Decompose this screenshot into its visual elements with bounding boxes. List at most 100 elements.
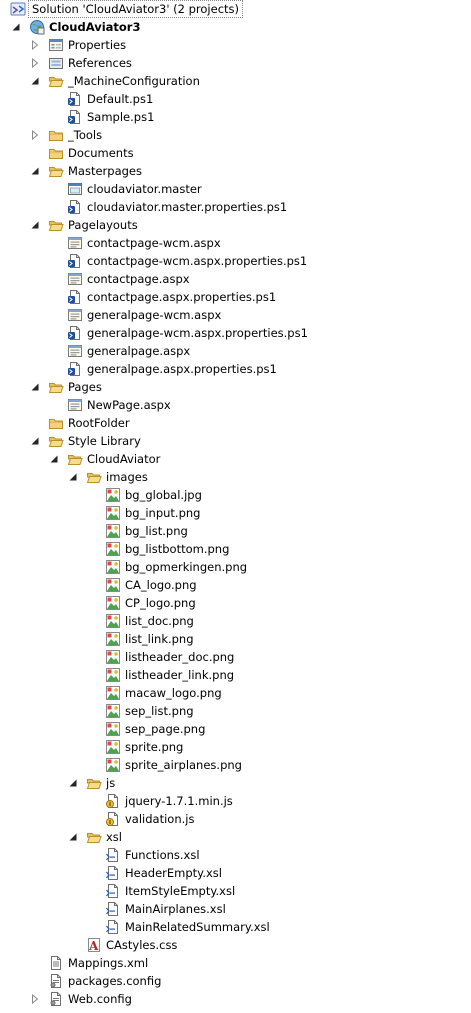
tree-node-js[interactable]: js [0,774,471,792]
tree-node-label: CP_logo.png [125,596,196,610]
collapse-arrow-icon[interactable] [30,76,40,86]
tree-node-contactpage-wcm-aspx[interactable]: contactpage-wcm.aspx [0,234,471,252]
tree-node-label: bg_input.png [125,506,201,520]
tree-node-list-doc-png[interactable]: list_doc.png [0,612,471,630]
tree-node-masterpages[interactable]: Masterpages [0,162,471,180]
expand-arrow-icon[interactable] [30,40,40,50]
image-file-icon [105,685,121,701]
xsl-file-icon [105,883,121,899]
tree-node-bg-input-png[interactable]: bg_input.png [0,504,471,522]
tree-node-contactpage-wcm-aspx-properties-ps1[interactable]: contactpage-wcm.aspx.properties.ps1 [0,252,471,270]
tree-node-label: MainRelatedSummary.xsl [125,920,270,934]
tree-node-mappings-xml[interactable]: Mappings.xml [0,954,471,972]
tree-node-jquery-1-7-1-min-js[interactable]: jquery-1.7.1.min.js [0,792,471,810]
tree-node-cp-logo-png[interactable]: CP_logo.png [0,594,471,612]
tree-node-list-link-png[interactable]: list_link.png [0,630,471,648]
tree-node-rootfolder[interactable]: RootFolder [0,414,471,432]
tree-node-web-config[interactable]: Web.config [0,990,471,1008]
tree-node-generalpage-aspx[interactable]: generalpage.aspx [0,342,471,360]
tree-node-mainairplanes-xsl[interactable]: MainAirplanes.xsl [0,900,471,918]
expand-arrow-icon[interactable] [30,130,40,140]
properties-icon [48,37,64,53]
tree-node-cloudaviator[interactable]: CloudAviator [0,450,471,468]
expand-arrow-icon[interactable] [30,58,40,68]
tree-node-label: Sample.ps1 [87,110,155,124]
tree-node-properties[interactable]: Properties [0,36,471,54]
xsl-file-icon [105,865,121,881]
tree-node-label: sprite_airplanes.png [125,758,242,772]
image-file-icon [105,595,121,611]
collapse-arrow-icon[interactable] [68,832,78,842]
tree-node-cloudaviator-master[interactable]: cloudaviator.master [0,180,471,198]
collapse-arrow-icon[interactable] [30,166,40,176]
tree-node-cloudaviator-master-properties-ps1[interactable]: cloudaviator.master.properties.ps1 [0,198,471,216]
tree-node-label: Default.ps1 [87,92,154,106]
tree-node-label: CA_logo.png [125,578,197,592]
tree-node-documents[interactable]: Documents [0,144,471,162]
tree-node-listheader-link-png[interactable]: listheader_link.png [0,666,471,684]
tree-node-tools[interactable]: _Tools [0,126,471,144]
tree-node-sprite-png[interactable]: sprite.png [0,738,471,756]
tree-node-label: macaw_logo.png [125,686,222,700]
tree-node-bg-listbottom-png[interactable]: bg_listbottom.png [0,540,471,558]
image-file-icon [105,559,121,575]
aspx-file-icon [67,271,83,287]
tree-node-bg-list-png[interactable]: bg_list.png [0,522,471,540]
tree-node-itemstyleempty-xsl[interactable]: ItemStyleEmpty.xsl [0,882,471,900]
tree-node-packages-config[interactable]: packages.config [0,972,471,990]
tree-node-bg-global-jpg[interactable]: bg_global.jpg [0,486,471,504]
collapse-arrow-icon[interactable] [68,778,78,788]
tree-node-bg-opmerkingen-png[interactable]: bg_opmerkingen.png [0,558,471,576]
tree-node-mainrelatedsummary-xsl[interactable]: MainRelatedSummary.xsl [0,918,471,936]
collapse-arrow-icon[interactable] [30,382,40,392]
xsl-file-icon [105,847,121,863]
tree-node-pages[interactable]: Pages [0,378,471,396]
tree-node-listheader-doc-png[interactable]: listheader_doc.png [0,648,471,666]
expand-arrow-icon[interactable] [30,994,40,1004]
collapse-arrow-icon[interactable] [11,22,21,32]
tree-node-validation-js[interactable]: validation.js [0,810,471,828]
tree-node-label: Documents [68,146,134,160]
tree-node-sample-ps1[interactable]: Sample.ps1 [0,108,471,126]
tree-node-label: NewPage.aspx [87,398,171,412]
tree-node-cloudaviator3[interactable]: CloudAviator3 [0,18,471,36]
collapse-arrow-icon[interactable] [30,220,40,230]
image-file-icon [105,739,121,755]
tree-node-headerempty-xsl[interactable]: HeaderEmpty.xsl [0,864,471,882]
css-file-icon: A [86,937,102,953]
tree-node-pagelayouts[interactable]: Pagelayouts [0,216,471,234]
aspx-file-icon [67,307,83,323]
tree-node-label: Solution 'CloudAviator3' (2 projects) [28,0,244,18]
tree-node-generalpage-wcm-aspx[interactable]: generalpage-wcm.aspx [0,306,471,324]
tree-node-style-library[interactable]: Style Library [0,432,471,450]
folder-open-icon [48,73,64,89]
tree-node-newpage-aspx[interactable]: NewPage.aspx [0,396,471,414]
tree-node-sep-page-png[interactable]: sep_page.png [0,720,471,738]
tree-node-label: generalpage-wcm.aspx [87,308,222,322]
tree-node-default-ps1[interactable]: Default.ps1 [0,90,471,108]
tree-node-label: Style Library [68,434,141,448]
tree-node-label: ItemStyleEmpty.xsl [125,884,236,898]
folder-icon [48,145,64,161]
tree-node-macaw-logo-png[interactable]: macaw_logo.png [0,684,471,702]
tree-node-functions-xsl[interactable]: Functions.xsl [0,846,471,864]
xml-file-icon [48,955,64,971]
tree-node-xsl[interactable]: xsl [0,828,471,846]
tree-node-castyles-css[interactable]: A CAstyles.css [0,936,471,954]
tree-node-sprite-airplanes-png[interactable]: sprite_airplanes.png [0,756,471,774]
tree-node-ca-logo-png[interactable]: CA_logo.png [0,576,471,594]
tree-node-generalpage-wcm-aspx-properties-ps1[interactable]: generalpage-wcm.aspx.properties.ps1 [0,324,471,342]
tree-node-contactpage-aspx[interactable]: contactpage.aspx [0,270,471,288]
tree-node-label: MainAirplanes.xsl [125,902,226,916]
tree-node-references[interactable]: References [0,54,471,72]
tree-node-solution-cloudaviator3-2-projects[interactable]: Solution 'CloudAviator3' (2 projects) [0,0,471,18]
tree-node-generalpage-aspx-properties-ps1[interactable]: generalpage.aspx.properties.ps1 [0,360,471,378]
tree-node-sep-list-png[interactable]: sep_list.png [0,702,471,720]
collapse-arrow-icon[interactable] [30,436,40,446]
tree-node-machineconfiguration[interactable]: _MachineConfiguration [0,72,471,90]
collapse-arrow-icon[interactable] [49,454,59,464]
tree-node-contactpage-aspx-properties-ps1[interactable]: contactpage.aspx.properties.ps1 [0,288,471,306]
tree-node-label: Web.config [68,992,132,1006]
tree-node-images[interactable]: images [0,468,471,486]
collapse-arrow-icon[interactable] [68,472,78,482]
